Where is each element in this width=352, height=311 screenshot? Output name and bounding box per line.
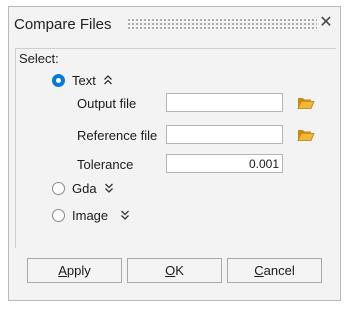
cancel-button[interactable]: Cancel <box>227 258 322 283</box>
output-file-label: Output file <box>77 96 137 111</box>
dialog-titlebar[interactable]: Compare Files ✕ <box>9 7 340 41</box>
reference-file-label: Reference file <box>77 128 158 143</box>
radio-text[interactable] <box>52 73 65 87</box>
chevron-double-down-icon[interactable] <box>120 209 130 221</box>
apply-label-rest: pply <box>66 263 91 278</box>
dialog-title: Compare Files <box>14 16 112 33</box>
radio-gda-row[interactable]: Gda <box>52 180 114 196</box>
drag-grip[interactable] <box>127 18 317 30</box>
chevron-double-down-icon[interactable] <box>104 182 114 194</box>
output-file-input[interactable] <box>166 93 283 112</box>
cancel-mnemonic: C <box>254 263 264 278</box>
ok-button[interactable]: OK <box>127 258 222 283</box>
folder-open-icon[interactable] <box>297 96 315 110</box>
tolerance-input[interactable] <box>166 154 283 173</box>
chevron-double-up-icon[interactable] <box>103 74 113 86</box>
radio-image-row[interactable]: Image <box>52 207 130 223</box>
radio-text-label[interactable]: Text <box>72 73 96 88</box>
radio-text-row[interactable]: Text <box>52 72 113 88</box>
compare-files-dialog: Compare Files ✕ Select: Text Output file… <box>8 6 341 301</box>
close-icon[interactable]: ✕ <box>318 14 334 32</box>
reference-file-input[interactable] <box>166 125 283 144</box>
tolerance-label: Tolerance <box>77 157 134 172</box>
apply-button[interactable]: Apply <box>27 258 122 283</box>
cancel-label-rest: ancel <box>263 263 295 278</box>
radio-gda[interactable] <box>52 181 65 195</box>
ok-mnemonic: O <box>165 263 176 278</box>
ok-label-rest: K <box>175 263 184 278</box>
radio-image-label[interactable]: Image <box>72 208 108 223</box>
select-label: Select: <box>19 51 59 66</box>
radio-image[interactable] <box>52 208 65 222</box>
apply-mnemonic: A <box>58 263 67 278</box>
radio-gda-label[interactable]: Gda <box>72 181 97 196</box>
folder-open-icon[interactable] <box>297 128 315 142</box>
